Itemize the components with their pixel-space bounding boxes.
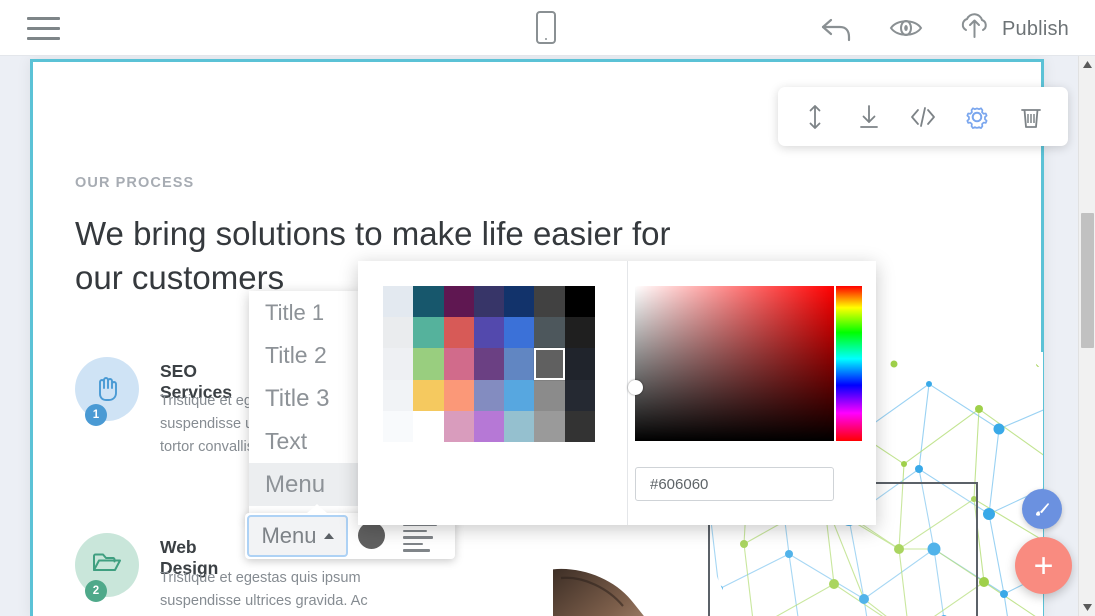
caret-up-icon[interactable] [1079,56,1095,73]
caret-down-icon[interactable] [1079,599,1095,616]
color-swatch[interactable] [413,380,443,411]
color-swatch[interactable] [504,286,534,317]
trash-icon[interactable] [1013,99,1049,135]
color-swatch[interactable] [413,348,443,379]
hand-photo [553,560,728,616]
dropdown-option-title-1[interactable]: Title 1 [249,291,361,334]
color-swatch[interactable] [534,286,564,317]
color-palette-section: Less < [358,261,628,525]
color-swatch[interactable] [474,286,504,317]
color-swatch[interactable] [504,348,534,379]
hand-grab-icon [90,370,124,409]
color-swatch[interactable] [534,411,564,442]
section-eyebrow: OUR PROCESS [75,175,194,191]
color-swatch[interactable] [504,411,534,442]
color-swatch[interactable] [565,380,595,411]
color-swatch[interactable] [534,317,564,348]
color-swatch[interactable] [383,348,413,379]
top-toolbar: Publish [0,0,1095,56]
color-swatch[interactable] [534,380,564,411]
color-swatch-grid [383,286,595,442]
eye-preview-icon[interactable] [886,12,926,45]
code-icon[interactable] [905,99,941,135]
color-swatch[interactable] [413,317,443,348]
color-swatch[interactable] [474,348,504,379]
color-swatch[interactable] [413,411,443,442]
paintbrush-icon[interactable] [1022,489,1062,529]
color-swatch[interactable] [504,380,534,411]
undo-arrow-icon[interactable] [818,12,856,45]
text-type-select[interactable]: Menu [247,515,348,557]
feature-badge: 1 [85,404,107,426]
color-swatch[interactable] [383,411,413,442]
color-swatch[interactable] [444,286,474,317]
download-icon[interactable] [851,99,887,135]
color-swatch[interactable] [444,380,474,411]
saturation-value-handle[interactable] [628,380,643,395]
color-swatch[interactable] [474,380,504,411]
scrollbar-thumb[interactable] [1081,213,1094,348]
color-swatch[interactable] [383,317,413,348]
color-swatch[interactable] [565,317,595,348]
text-type-select-label: Menu [261,523,316,549]
hue-slider-strip[interactable] [836,286,862,441]
hamburger-menu-icon[interactable] [27,17,60,40]
dropdown-option-title-2[interactable]: Title 2 [249,334,361,377]
color-swatch[interactable] [383,380,413,411]
publish-label: Publish [1002,18,1069,41]
color-picker-panel: Less < [358,261,876,525]
color-swatch[interactable] [474,411,504,442]
folder-icon [89,546,125,585]
section-action-toolbar [778,87,1068,146]
custom-color-section [628,261,875,525]
color-swatch[interactable] [383,286,413,317]
color-swatch[interactable] [444,317,474,348]
settings-gear-icon[interactable] [959,99,995,135]
color-swatch[interactable] [504,317,534,348]
feature-text[interactable]: Tristique et egestas quis ipsum suspendi… [160,567,405,616]
chevron-up-icon [324,533,334,539]
saturation-value-square[interactable] [635,286,834,441]
dropdown-option-text[interactable]: Text [249,420,361,463]
text-color-swatch-button[interactable] [358,522,385,549]
color-swatch[interactable] [444,348,474,379]
feature-badge: 2 [85,580,107,602]
color-swatch[interactable] [534,348,564,379]
color-swatch[interactable] [565,348,595,379]
color-swatch[interactable] [565,411,595,442]
text-type-dropdown-menu: Title 1 Title 2 Title 3 Text Menu [249,291,361,519]
color-swatch[interactable] [413,286,443,317]
vertical-scrollbar[interactable] [1078,56,1095,616]
plus-icon: + [1034,551,1054,581]
move-vertical-icon[interactable] [797,99,833,135]
hex-color-input[interactable] [635,467,834,501]
add-element-button[interactable]: + [1015,537,1072,594]
color-swatch[interactable] [444,411,474,442]
text-align-left-icon[interactable] [403,523,439,549]
mobile-device-icon[interactable] [531,11,561,46]
dropdown-option-title-3[interactable]: Title 3 [249,377,361,420]
dropdown-option-menu[interactable]: Menu [249,463,361,506]
publish-button[interactable]: Publish [955,10,1069,48]
cloud-upload-icon [955,10,993,48]
color-swatch[interactable] [474,317,504,348]
color-swatch[interactable] [565,286,595,317]
